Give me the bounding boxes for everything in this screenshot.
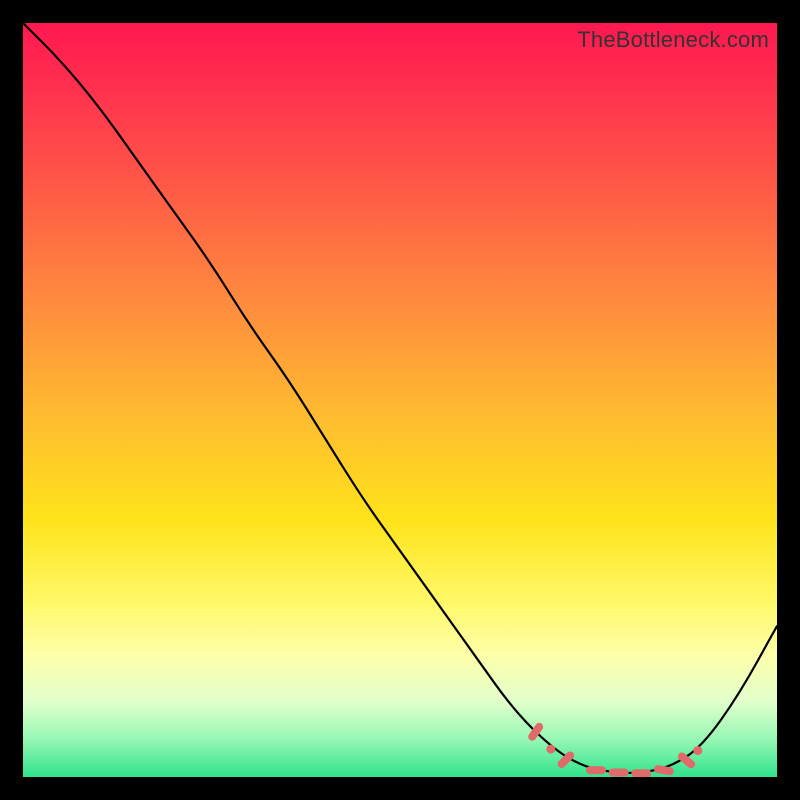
curve-marker-pill <box>631 769 651 777</box>
curve-marker-dot <box>693 746 702 755</box>
curve-markers <box>527 721 703 777</box>
curve-marker-pill <box>609 769 629 777</box>
bottleneck-curve <box>23 23 777 773</box>
curve-marker-pill <box>586 766 606 774</box>
chart-frame: TheBottleneck.com <box>0 0 800 800</box>
plot-area: TheBottleneck.com <box>23 23 777 777</box>
curve-svg <box>23 23 777 777</box>
curve-marker-dot <box>546 745 555 754</box>
curve-marker-pill <box>653 765 674 776</box>
